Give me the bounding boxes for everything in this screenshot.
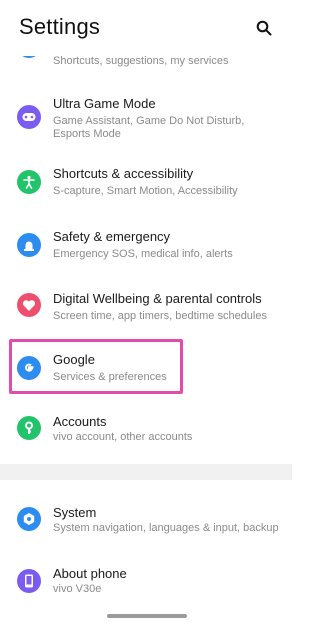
settings-item-label: Google — [53, 352, 95, 367]
settings-item-subtitle: Game Assistant, Game Do Not Disturb, — [53, 115, 245, 127]
settings-item-about-phone[interactable]: About phone vivo V30e — [0, 557, 292, 613]
settings-item-subtitle: Screen time, app timers, bedtime schedul… — [53, 310, 267, 322]
settings-item-safety-emergency[interactable]: Safety & emergency Emergency SOS, medica… — [0, 219, 292, 275]
page-title: Settings — [19, 14, 101, 39]
settings-item-subtitle: Emergency SOS, medical info, alerts — [53, 248, 233, 260]
heart-icon — [17, 293, 41, 317]
settings-item-system[interactable]: System System navigation, languages & in… — [0, 495, 292, 551]
settings-item-subtitle: S-capture, Smart Motion, Accessibility — [53, 185, 238, 197]
siren-icon — [17, 233, 41, 257]
settings-item-google[interactable]: Google Services & preferences — [0, 342, 292, 398]
google-icon — [17, 356, 41, 380]
settings-item-subtitle-line2: Esports Mode — [53, 128, 121, 140]
settings-item-digital-wellbeing[interactable]: Digital Wellbeing & parental controls Sc… — [0, 281, 292, 337]
settings-item-subtitle: Services & preferences — [53, 371, 167, 383]
settings-item-label: Ultra Game Mode — [53, 96, 156, 111]
settings-item-label: Accounts — [53, 414, 107, 429]
phone-icon — [17, 569, 41, 593]
settings-item-accounts[interactable]: Accounts vivo account, other accounts — [0, 404, 292, 460]
partial-item-subtitle: Shortcuts, suggestions, my services — [53, 55, 229, 67]
settings-item-subtitle: System navigation, languages & input, ba… — [53, 522, 279, 534]
settings-item-subtitle: vivo account, other accounts — [53, 431, 193, 443]
app-header: Settings — [0, 0, 292, 56]
settings-item-label: Safety & emergency — [53, 229, 171, 244]
settings-item-ultra-game-mode[interactable]: Ultra Game Mode Game Assistant, Game Do … — [0, 88, 292, 146]
settings-item-label: System — [53, 505, 97, 520]
settings-item-label: Shortcuts & accessibility — [53, 166, 194, 181]
key-icon — [17, 416, 41, 440]
section-divider — [0, 464, 292, 480]
settings-item-label: About phone — [53, 566, 127, 581]
search-icon[interactable] — [256, 20, 272, 36]
system-gear-icon — [17, 507, 41, 531]
gamepad-icon — [17, 105, 41, 129]
accessibility-icon — [17, 170, 41, 194]
settings-item-shortcuts-accessibility[interactable]: Shortcuts & accessibility S-capture, Sma… — [0, 156, 292, 212]
home-indicator[interactable] — [107, 614, 187, 618]
settings-item-subtitle: vivo V30e — [53, 583, 102, 595]
settings-item-label: Digital Wellbeing & parental controls — [53, 291, 262, 306]
